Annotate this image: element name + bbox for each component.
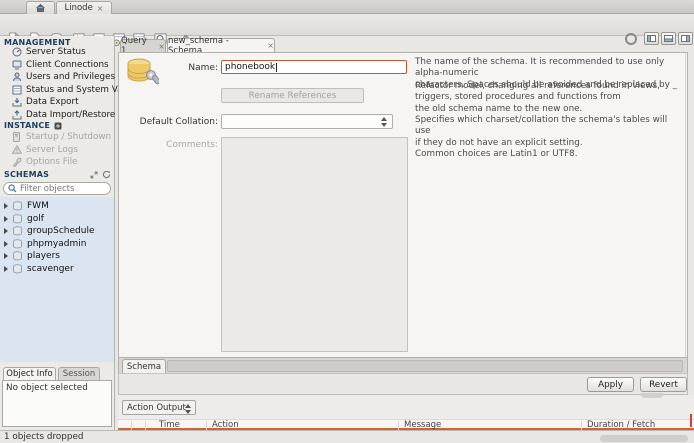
expand-arrow-icon[interactable] (4, 241, 8, 247)
help-panel: The name of the schema. It is recommende… (412, 53, 686, 357)
filter-objects-input[interactable] (20, 184, 100, 194)
object-info-panel: No object selected (2, 380, 112, 427)
schema-icon (12, 239, 23, 249)
editor-bottom-tab-bar: Schema (118, 358, 688, 373)
instance-section-header: INSTANCE (4, 121, 50, 130)
expand-arrow-icon[interactable] (4, 203, 8, 209)
expand-arrow-icon[interactable] (4, 266, 8, 272)
startup-shutdown-icon (8, 132, 25, 142)
sidebar-item-data-import[interactable]: Data Import/Restore (0, 109, 115, 122)
home-icon (36, 4, 45, 12)
column-duration-fetch[interactable]: Duration / Fetch (587, 420, 655, 430)
tab-new-schema[interactable]: new_schema - Schema × (167, 38, 275, 52)
name-label: Name: (161, 63, 218, 73)
schema-tree-item-scavenger[interactable]: scavenger (0, 263, 114, 276)
sidebar: MANAGEMENT Server Status Client Connecti… (0, 36, 115, 430)
close-icon[interactable]: × (158, 42, 165, 51)
column-message[interactable]: Message (404, 420, 441, 430)
tab-query-1[interactable]: Query 1 × (120, 39, 166, 52)
comments-textarea[interactable] (221, 137, 408, 352)
schema-tree-item-phpmyadmin[interactable]: phpmyadmin (0, 238, 114, 251)
action-output-select[interactable]: Action Output (122, 400, 196, 415)
apply-button[interactable]: Apply (587, 377, 634, 392)
close-icon[interactable]: × (97, 4, 104, 13)
default-collation-label: Default Collation: (139, 117, 218, 127)
schema-tree-item-groupschedule[interactable]: groupSchedule (0, 225, 114, 238)
sidebar-item-status-system-variables[interactable]: Status and System Variables (0, 84, 115, 97)
schema-tree: FWM golf groupSchedule phpmyadmin player… (0, 197, 114, 362)
options-file-icon (8, 157, 25, 167)
expand-arrow-icon[interactable] (4, 216, 8, 222)
status-variables-icon (8, 85, 25, 95)
help-refactor: Refactor model, changing all references … (415, 81, 683, 115)
apply-revert-bar: Apply Revert (118, 373, 688, 395)
sidebar-item-users-privileges[interactable]: Users and Privileges (0, 71, 115, 84)
schema-icon (12, 251, 23, 261)
client-connections-icon (8, 60, 25, 70)
output-panel: Action Output Time Action Message Durati… (118, 395, 694, 430)
sidebar-item-data-export[interactable]: Data Export (0, 96, 115, 109)
sidebar-item-server-status[interactable]: Server Status (0, 46, 115, 59)
sidebar-item-startup-shutdown: Startup / Shutdown (0, 131, 115, 144)
default-collation-select[interactable] (221, 114, 393, 129)
schema-editor-icon (125, 57, 159, 87)
sidebar-item-client-connections[interactable]: Client Connections (0, 59, 115, 72)
instance-actions-icon[interactable] (54, 122, 62, 130)
search-icon (8, 184, 17, 193)
schema-editor: Name: phonebook Rename References Defaul… (118, 52, 688, 358)
help-collation: Specifies which charset/collation the sc… (415, 115, 683, 161)
column-time[interactable]: Time (159, 420, 180, 430)
schema-icon (12, 264, 23, 274)
expand-arrow-icon[interactable] (4, 228, 8, 234)
connection-tab-label: Linode (64, 3, 92, 13)
schema-icon (12, 214, 23, 224)
schemas-section-header: SCHEMAS (4, 170, 49, 179)
rename-references-button[interactable]: Rename References (221, 88, 364, 103)
refresh-schemas-icon[interactable] (102, 170, 111, 179)
tab-bar-groove (167, 360, 683, 372)
schema-tree-item-fwm[interactable]: FWM (0, 200, 114, 213)
tab-schema[interactable]: Schema (122, 359, 166, 373)
schema-tree-item-players[interactable]: players (0, 250, 114, 263)
users-privileges-icon (8, 72, 25, 82)
spinner-arrows-icon[interactable] (381, 117, 387, 127)
tab-object-info[interactable]: Object Info (3, 367, 56, 380)
horizontal-scrollbar[interactable] (600, 435, 688, 442)
schema-icon (12, 201, 23, 211)
schema-name-input[interactable]: phonebook (221, 60, 407, 74)
status-text: 1 objects dropped (4, 432, 83, 442)
column-action[interactable]: Action (212, 420, 239, 430)
spinner-arrows-icon[interactable] (185, 404, 191, 414)
text-caret (276, 63, 277, 72)
output-table-header: Time Action Message Duration / Fetch (118, 419, 694, 430)
expand-panel-icon[interactable] (90, 171, 98, 179)
sidebar-item-options-file: Options File (0, 156, 115, 169)
editor-tab-bar: Query 1 × new_schema - Schema × (118, 38, 688, 52)
data-import-icon (8, 110, 25, 120)
home-tab[interactable] (26, 1, 55, 14)
sidebar-item-server-logs: Server Logs (0, 144, 115, 157)
close-icon[interactable]: × (267, 41, 274, 50)
data-export-icon (8, 97, 25, 107)
schema-tree-item-golf[interactable]: golf (0, 213, 114, 226)
connection-tab-linode[interactable]: Linode × (56, 1, 112, 14)
object-info-text: No object selected (6, 383, 88, 393)
comments-label: Comments: (159, 140, 218, 150)
server-logs-icon (8, 145, 25, 154)
revert-button[interactable]: Revert (640, 377, 687, 392)
window-tab-bar: Linode × (0, 0, 694, 14)
tab-session[interactable]: Session (58, 367, 100, 380)
splitter-handle[interactable] (641, 393, 663, 398)
server-status-icon (8, 47, 25, 57)
highlight-edge (690, 414, 692, 427)
info-tab-bar: Object Info Session (0, 366, 114, 380)
schema-icon (12, 226, 23, 236)
main-toolbar: f (0, 14, 694, 36)
status-bar: 1 objects dropped (0, 430, 694, 443)
schema-filter-box[interactable] (3, 182, 111, 195)
expand-arrow-icon[interactable] (4, 253, 8, 259)
